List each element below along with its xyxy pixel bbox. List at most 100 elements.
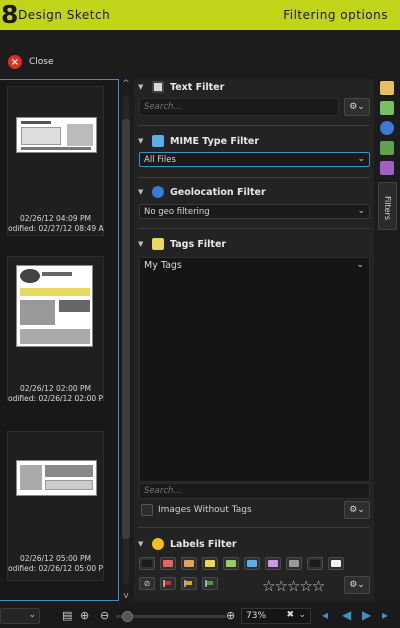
- pencil-icon[interactable]: [380, 81, 394, 95]
- flag-icon: [205, 580, 215, 587]
- labels-filter-title: Labels Filter: [170, 538, 237, 550]
- image-properties-icon[interactable]: [380, 101, 394, 115]
- tags-filter-title: Tags Filter: [170, 238, 227, 250]
- mime-type-select[interactable]: All Files ⌄: [139, 152, 370, 167]
- thumbnail-strip[interactable]: 02/26/12 04:09 PM odified: 02/27/12 08:4…: [0, 79, 119, 601]
- zoom-slider[interactable]: [116, 611, 226, 622]
- zoom-icon[interactable]: ⊕: [226, 609, 235, 622]
- tag-icon: [152, 238, 164, 250]
- globe-icon[interactable]: [380, 121, 394, 135]
- previous-image-icon[interactable]: ◀: [342, 608, 351, 622]
- thumbnail-image: [16, 460, 97, 496]
- next-image-icon[interactable]: ▶: [362, 608, 371, 622]
- geo-filter-select[interactable]: No geo filtering ⌄: [139, 204, 370, 219]
- chevron-down-icon[interactable]: ⌄: [356, 260, 364, 270]
- zoom-out-icon[interactable]: ⊖: [100, 609, 109, 622]
- chevron-down-icon[interactable]: ⌄: [298, 610, 306, 620]
- scroll-up-icon[interactable]: ^: [121, 79, 131, 89]
- flag-icon: [163, 580, 173, 587]
- thumbnail-date: 02/26/12 04:09 PM: [19, 214, 92, 223]
- labels-filter-header[interactable]: ▼ Labels Filter: [138, 536, 237, 552]
- scroll-down-icon[interactable]: v: [121, 591, 131, 601]
- document-icon[interactable]: ▤: [62, 609, 72, 622]
- thumbnail-item[interactable]: 02/26/12 02:00 PM odified: 02/26/12 02:0…: [7, 256, 104, 403]
- tab-filters[interactable]: Filters: [378, 182, 397, 230]
- divider: [138, 125, 370, 126]
- pick-flag-button[interactable]: [160, 577, 176, 590]
- last-image-icon[interactable]: ▸: [382, 608, 388, 622]
- color-label-button[interactable]: [181, 557, 197, 570]
- color-label-button[interactable]: [244, 557, 260, 570]
- zoom-value: 73%: [246, 611, 267, 621]
- mime-type-value: All Files: [144, 155, 176, 165]
- chevron-down-icon: ⌄: [357, 154, 365, 164]
- zoom-input[interactable]: 73% ✖ ⌄: [241, 608, 311, 624]
- color-label-button[interactable]: [160, 557, 176, 570]
- color-label-button[interactable]: [139, 557, 155, 570]
- globe-icon: [152, 186, 164, 198]
- color-label-button[interactable]: [223, 557, 239, 570]
- close-label: Close: [29, 57, 54, 67]
- color-swatch: [163, 560, 173, 567]
- color-label-button[interactable]: [265, 557, 281, 570]
- tab-filters-label: Filters: [383, 196, 392, 220]
- labels-filter-settings-button[interactable]: ⚙⌄: [344, 576, 370, 594]
- scroll-thumb[interactable]: [122, 119, 130, 539]
- thumbnail-item[interactable]: 02/26/12 04:09 PM odified: 02/27/12 08:4…: [7, 86, 104, 236]
- zoom-slider-handle[interactable]: [122, 611, 133, 622]
- divider: [138, 228, 370, 229]
- collapse-arrow-icon: ▼: [138, 540, 144, 548]
- collapse-arrow-icon: ▼: [138, 137, 144, 145]
- text-filter-title: Text Filter: [170, 81, 225, 93]
- thumbnail-modified: odified: 02/26/12 05:00 P: [8, 564, 104, 573]
- color-label-button[interactable]: [286, 557, 302, 570]
- pick-flag-button[interactable]: [202, 577, 218, 590]
- title-bar: 8 Design Sketch Filtering options: [0, 0, 400, 30]
- geo-filter-title: Geolocation Filter: [170, 186, 266, 198]
- map-icon[interactable]: [380, 141, 394, 155]
- color-label-button[interactable]: [202, 557, 218, 570]
- pick-flag-button[interactable]: [181, 577, 197, 590]
- tags-root[interactable]: My Tags: [144, 260, 182, 271]
- view-mode-select[interactable]: ⌄: [0, 608, 40, 624]
- tags-filter-header[interactable]: ▼ Tags Filter: [138, 236, 226, 252]
- images-without-tags-label: Images Without Tags: [158, 505, 252, 515]
- first-image-icon[interactable]: ◂: [322, 608, 328, 622]
- thumbnail-item[interactable]: 02/26/12 05:00 PM odified: 02/26/12 05:0…: [7, 431, 104, 581]
- close-button[interactable]: × Close: [8, 54, 54, 70]
- text-filter-header[interactable]: ▼ Text Filter: [138, 79, 224, 95]
- color-swatch: [184, 560, 194, 567]
- thumbnail-date: 02/26/12 05:00 PM: [19, 554, 92, 563]
- clear-icon[interactable]: ✖: [286, 610, 294, 620]
- app-title: Design Sketch: [18, 8, 111, 22]
- mime-filter-header[interactable]: ▼ MIME Type Filter: [138, 133, 259, 149]
- rating-stars[interactable]: ☆☆☆☆☆: [262, 577, 325, 595]
- thumbnail-image: [16, 265, 93, 347]
- filter-panel: ▼ Text Filter ⚙⌄ ▼ MIME Type Filter All …: [134, 79, 374, 601]
- mime-filter-title: MIME Type Filter: [170, 135, 260, 147]
- divider: [138, 177, 370, 178]
- collapse-arrow-icon: ▼: [138, 240, 144, 248]
- color-swatch: [205, 560, 215, 567]
- tags-search-input[interactable]: [139, 483, 370, 499]
- collapse-arrow-icon: ▼: [138, 83, 144, 91]
- chevron-down-icon: ⌄: [28, 610, 36, 620]
- color-label-button[interactable]: [328, 557, 344, 570]
- star-icon: [152, 538, 164, 550]
- text-filter-icon: [152, 81, 164, 93]
- text-search-input[interactable]: [139, 98, 339, 116]
- zoom-in-icon[interactable]: ⊕: [80, 609, 89, 622]
- text-filter-settings-button[interactable]: ⚙⌄: [344, 98, 370, 116]
- app-logo: 8: [1, 0, 19, 29]
- color-swatch: [289, 560, 299, 567]
- panel-title: Filtering options: [283, 8, 388, 22]
- images-without-tags-checkbox[interactable]: [141, 504, 153, 516]
- geo-filter-header[interactable]: ▼ Geolocation Filter: [138, 184, 266, 200]
- color-label-button[interactable]: [307, 557, 323, 570]
- tools-icon[interactable]: [380, 161, 394, 175]
- tags-tree[interactable]: My Tags ⌄: [139, 257, 370, 482]
- tags-filter-settings-button[interactable]: ⚙⌄: [344, 501, 370, 519]
- label-none-button[interactable]: ⊘: [139, 577, 155, 590]
- thumbnail-scrollbar[interactable]: ^ v: [121, 79, 131, 601]
- collapse-arrow-icon: ▼: [138, 188, 144, 196]
